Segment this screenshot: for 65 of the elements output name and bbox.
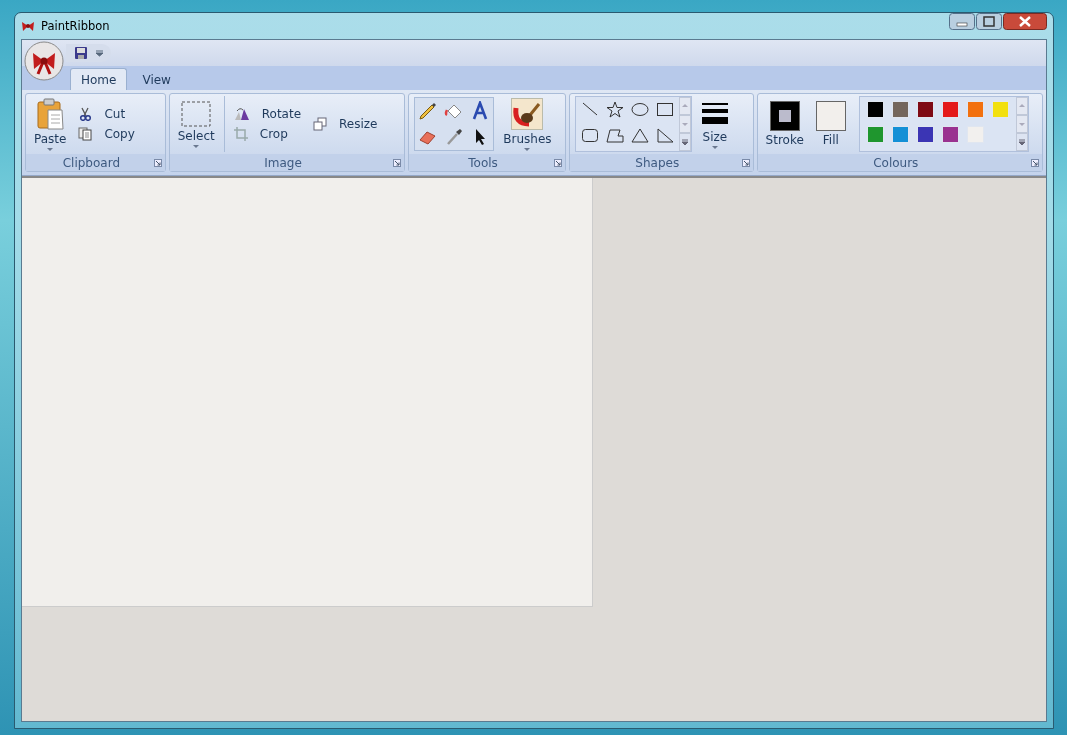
star-icon[interactable] — [605, 101, 624, 118]
close-icon[interactable] — [1003, 13, 1047, 30]
group-label: Tools — [467, 155, 499, 170]
bow-icon — [21, 19, 35, 33]
colour-swatch[interactable] — [867, 102, 883, 117]
colour-swatch[interactable] — [892, 127, 908, 142]
expand-icon[interactable] — [1015, 133, 1028, 151]
stroke-button[interactable]: Stroke — [762, 99, 807, 149]
paste-button[interactable]: Paste — [31, 95, 70, 153]
caret-icon — [711, 145, 718, 149]
window-title: PaintRibbon — [41, 19, 110, 33]
select-button[interactable]: Select — [174, 98, 218, 150]
colour-swatch[interactable] — [917, 102, 933, 117]
save-icon[interactable] — [74, 46, 88, 60]
dialog-launcher-icon[interactable] — [553, 158, 562, 167]
dropdown-arrow-icon[interactable] — [96, 49, 103, 57]
colour-swatch[interactable] — [967, 102, 983, 117]
right-triangle-icon[interactable] — [655, 127, 674, 144]
colour-swatch[interactable] — [942, 127, 958, 142]
stroke-colour-swatch[interactable] — [769, 101, 800, 131]
fill-colour-swatch[interactable] — [815, 101, 846, 131]
scissors-icon — [78, 107, 93, 121]
crop-button[interactable]: Crop — [230, 125, 305, 143]
maximize-icon[interactable] — [976, 13, 1002, 30]
fill-button[interactable]: Fill — [812, 99, 849, 149]
resize-button[interactable]: Resize — [310, 115, 381, 133]
colour-swatch[interactable] — [942, 102, 958, 117]
dialog-launcher-icon[interactable] — [1031, 158, 1039, 167]
rotate-button[interactable]: Rotate — [230, 105, 305, 123]
rotate-icon — [233, 107, 250, 121]
group-label: Colours — [872, 155, 920, 170]
crop-icon — [233, 127, 248, 141]
rectangle-icon[interactable] — [655, 101, 674, 118]
selection-icon — [181, 100, 212, 127]
resize-icon — [313, 117, 328, 131]
minimize-icon[interactable] — [949, 13, 975, 30]
caret-icon — [47, 147, 54, 151]
colour-swatch[interactable] — [892, 102, 908, 117]
brushes-button[interactable]: Brushes — [500, 95, 555, 153]
caret-icon — [524, 147, 531, 151]
colour-swatch[interactable] — [917, 127, 933, 142]
dialog-launcher-icon[interactable] — [393, 158, 402, 167]
copy-icon — [78, 127, 93, 141]
triangle-icon[interactable] — [630, 127, 649, 144]
ribbon-tab[interactable]: View — [131, 68, 182, 90]
caret-icon — [193, 144, 200, 148]
rounded-rectangle-icon[interactable] — [580, 127, 599, 144]
colour-swatch[interactable] — [992, 102, 1008, 117]
group-label: Clipboard — [61, 155, 121, 170]
group-label: Image — [263, 155, 303, 170]
group-label: Shapes — [634, 155, 681, 170]
clipboard-icon — [36, 97, 65, 130]
ribbon-tab[interactable]: Home — [70, 68, 128, 90]
line-icon[interactable] — [580, 101, 599, 118]
colour-swatch[interactable] — [867, 127, 883, 142]
dialog-launcher-icon[interactable] — [741, 158, 750, 167]
polygon-icon[interactable] — [605, 127, 624, 144]
app-menu-icon[interactable] — [24, 41, 64, 81]
paintbrush-icon — [511, 97, 544, 130]
copy-button[interactable]: Copy — [75, 125, 138, 143]
expand-icon[interactable] — [678, 133, 691, 151]
size-button[interactable]: Size — [697, 97, 732, 151]
dialog-launcher-icon[interactable] — [153, 158, 162, 167]
ellipse-icon[interactable] — [630, 101, 649, 118]
cut-button[interactable]: Cut — [75, 105, 138, 123]
